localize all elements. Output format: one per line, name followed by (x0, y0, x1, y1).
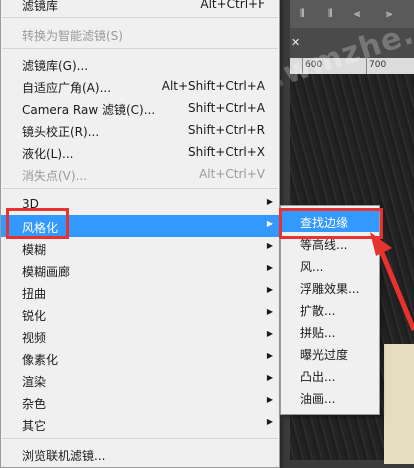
annotation-arrow-icon (370, 232, 414, 331)
